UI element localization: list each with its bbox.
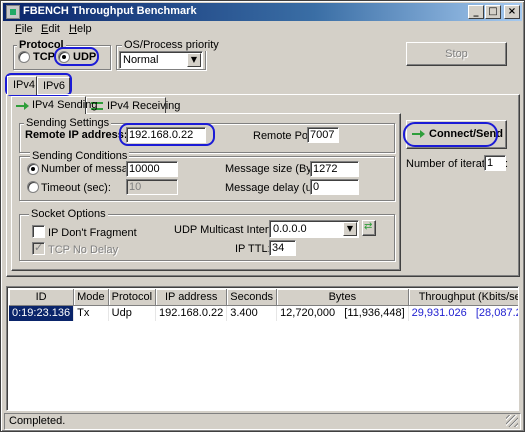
sending-conditions-label: Sending Conditions: [30, 150, 130, 162]
close-button[interactable]: ×: [504, 5, 520, 19]
status-text: Completed.: [9, 415, 66, 427]
cell-id: 0:19:23.136: [9, 305, 75, 321]
tcp-label: TCP: [33, 51, 55, 63]
menu-edit[interactable]: Edit: [41, 23, 60, 35]
udp-radio[interactable]: [58, 51, 70, 63]
cell-mode: Tx: [73, 305, 109, 321]
column-header-id[interactable]: ID: [9, 289, 75, 306]
maximize-button[interactable]: □: [485, 5, 501, 19]
protocol-group-label: Protocol: [17, 39, 66, 51]
cell-protocol: Udp: [108, 305, 157, 321]
column-header-protocol[interactable]: Protocol: [108, 289, 157, 306]
cell-seconds: 3.400: [226, 305, 278, 321]
tab-ipv4-receiving-label: IPv4 Receiving: [107, 100, 181, 112]
remote-port-input[interactable]: 7007: [307, 127, 339, 143]
menu-bar: File Edit Help: [3, 21, 522, 39]
resize-grip-icon[interactable]: [506, 415, 518, 427]
connect-send-label: Connect/Send: [429, 128, 503, 140]
tab-ipv4-sending[interactable]: IPv4 Sending: [11, 96, 97, 114]
multicast-value: 0.0.0.0: [273, 223, 307, 235]
num-messages-input[interactable]: 10000: [126, 161, 178, 177]
no-delay-label: TCP No Delay: [48, 244, 119, 256]
title-bar[interactable]: FBENCH Throughput Benchmark _ □ ×: [3, 3, 522, 21]
stop-button[interactable]: Stop: [406, 42, 507, 66]
column-header-ip[interactable]: IP address: [155, 289, 228, 306]
udp-label: UDP: [73, 51, 97, 63]
tab-ipv4-receiving[interactable]: IPv4 Receiving: [86, 97, 180, 114]
main-window: FBENCH Throughput Benchmark _ □ × File E…: [0, 0, 525, 432]
multicast-select[interactable]: 0.0.0.0 ▼: [269, 220, 359, 238]
cell-throughput: 29,931.026 [28,087.275]: [408, 305, 518, 321]
timeout-input[interactable]: 10: [126, 179, 178, 195]
msg-delay-input[interactable]: 0: [310, 179, 359, 195]
column-header-bytes[interactable]: Bytes: [276, 289, 409, 306]
arrow-right-icon: [412, 130, 425, 138]
dont-fragment-label: IP Don't Fragment: [48, 227, 137, 239]
remote-ip-input[interactable]: 192.168.0.22: [126, 127, 206, 143]
ttl-input[interactable]: 34: [269, 240, 296, 256]
no-delay-checkbox[interactable]: [32, 241, 45, 255]
priority-value: Normal: [123, 54, 159, 66]
results-list[interactable]: ID Mode Protocol IP address Seconds Byte…: [6, 286, 519, 411]
column-header-seconds[interactable]: Seconds: [226, 289, 278, 306]
priority-select[interactable]: Normal ▼: [119, 51, 203, 69]
menu-help[interactable]: Help: [69, 23, 92, 35]
refresh-button[interactable]: ⇄: [362, 220, 376, 236]
minimize-button[interactable]: _: [468, 5, 484, 19]
column-header-mode[interactable]: Mode: [73, 289, 109, 306]
chevron-down-icon[interactable]: ▼: [187, 53, 201, 67]
arrow-right-icon: [16, 102, 29, 110]
table-row[interactable]: 0:19:23.136 Tx Udp 192.168.0.22 3.400 12…: [9, 305, 518, 321]
tab-ipv4-sending-label: IPv4 Sending: [32, 99, 98, 111]
timeout-label: Timeout (sec):: [41, 182, 111, 194]
refresh-icon: ⇄: [364, 221, 373, 232]
cell-ip: 192.168.0.22: [155, 305, 228, 321]
priority-group-label: OS/Process priority: [122, 39, 221, 51]
results-header-row: ID Mode Protocol IP address Seconds Byte…: [9, 289, 518, 306]
menu-file[interactable]: File: [15, 23, 33, 35]
msg-size-input[interactable]: 1272: [310, 161, 359, 177]
num-messages-radio[interactable]: [27, 163, 39, 175]
chevron-down-icon[interactable]: ▼: [343, 222, 357, 236]
tab-ipv4[interactable]: IPv4: [7, 76, 37, 95]
socket-options-label: Socket Options: [29, 208, 108, 220]
window-title: FBENCH Throughput Benchmark: [23, 5, 197, 17]
tab-ipv6[interactable]: IPv6: [37, 77, 70, 95]
remote-ip-label: Remote IP address:: [25, 129, 128, 141]
ttl-label: IP TTL:: [235, 243, 271, 255]
cell-bytes: 12,720,000 [11,936,448]: [276, 305, 409, 321]
results-table: ID Mode Protocol IP address Seconds Byte…: [9, 289, 518, 321]
tcp-radio[interactable]: [18, 51, 30, 63]
iterations-input[interactable]: 1: [484, 155, 506, 171]
app-icon: [6, 5, 20, 19]
status-bar: Completed.: [4, 413, 521, 430]
connect-send-button[interactable]: Connect/Send: [406, 120, 507, 149]
dont-fragment-checkbox[interactable]: [32, 225, 45, 238]
column-header-throughput[interactable]: Throughput (Kbits/sec): [408, 289, 518, 306]
sending-settings-label: Sending Settings: [24, 117, 112, 129]
timeout-radio[interactable]: [27, 181, 39, 193]
